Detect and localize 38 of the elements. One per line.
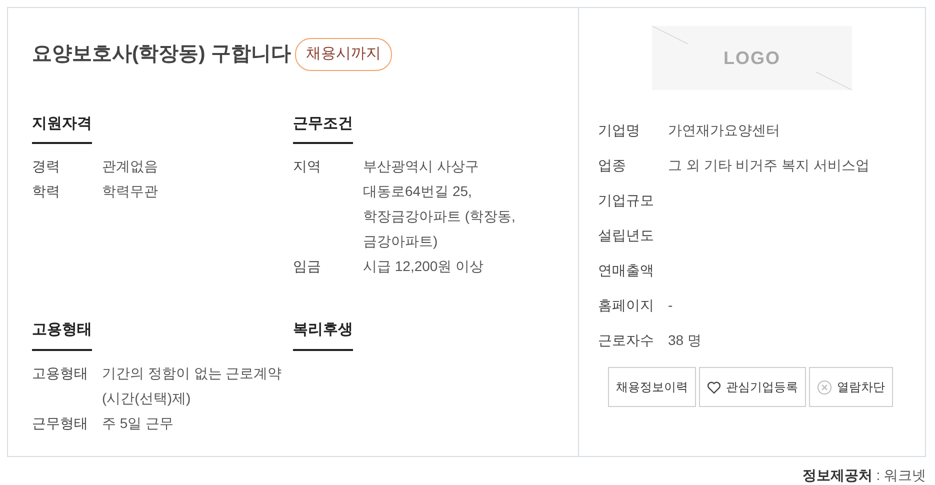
company-field-label: 근로자수	[598, 331, 655, 350]
source-value: 워크넷	[884, 467, 926, 483]
source-label: 정보제공처	[802, 467, 872, 483]
field-value: 부산광역시 사상구 대동로64번길 25, 학장금강아파트 (학장동, 금강아파트)	[363, 157, 516, 251]
field-label: 임금	[293, 257, 322, 276]
deadline-badge: 채용시까지	[294, 38, 392, 70]
section-heading: 지원자격	[32, 112, 92, 144]
company-field-label: 업종	[598, 156, 627, 175]
action-button[interactable]: 관심기업등록	[699, 367, 806, 407]
heart-icon	[707, 380, 721, 394]
field-label: 경력	[32, 157, 61, 176]
company-field-label: 기업명	[598, 121, 641, 140]
job-title: 요양보호사(학장동) 구합니다	[32, 42, 291, 66]
field-label: 고용형태	[32, 364, 89, 382]
field-value: 기간의 정함이 없는 근로계약(시간(선택)제)	[102, 364, 283, 408]
logo-text: LOGO	[724, 46, 780, 70]
separator: :	[876, 467, 880, 483]
company-field-value: 가연재가요양센터	[668, 121, 780, 140]
company-field-label: 연매출액	[598, 261, 655, 280]
company-field-value: 38 명	[668, 331, 702, 350]
company-field-label: 홈페이지	[598, 296, 655, 315]
field-value: 관계없음	[102, 157, 159, 176]
field-value: 시급 12,200원 이상	[363, 257, 485, 276]
action-button[interactable]: 열람차단	[809, 367, 893, 407]
action-button[interactable]: 채용정보이력	[608, 367, 696, 407]
field-label: 지역	[293, 157, 322, 176]
section-heading: 복리후생	[293, 319, 353, 350]
field-value: 주 5일 근무	[102, 414, 175, 432]
field-value: 학력무관	[102, 182, 159, 201]
section-heading: 고용형태	[32, 319, 92, 350]
field-label: 근무형태	[32, 414, 89, 432]
company-field-label: 기업규모	[598, 191, 655, 210]
section-heading: 근무조건	[293, 112, 353, 144]
field-label: 학력	[32, 182, 61, 201]
company-field-value: -	[668, 296, 673, 315]
company-field-value: 그 외 기타 비거주 복지 서비스업	[668, 156, 870, 175]
close-circle-icon	[817, 380, 832, 394]
company-field-label: 설립년도	[598, 226, 655, 245]
